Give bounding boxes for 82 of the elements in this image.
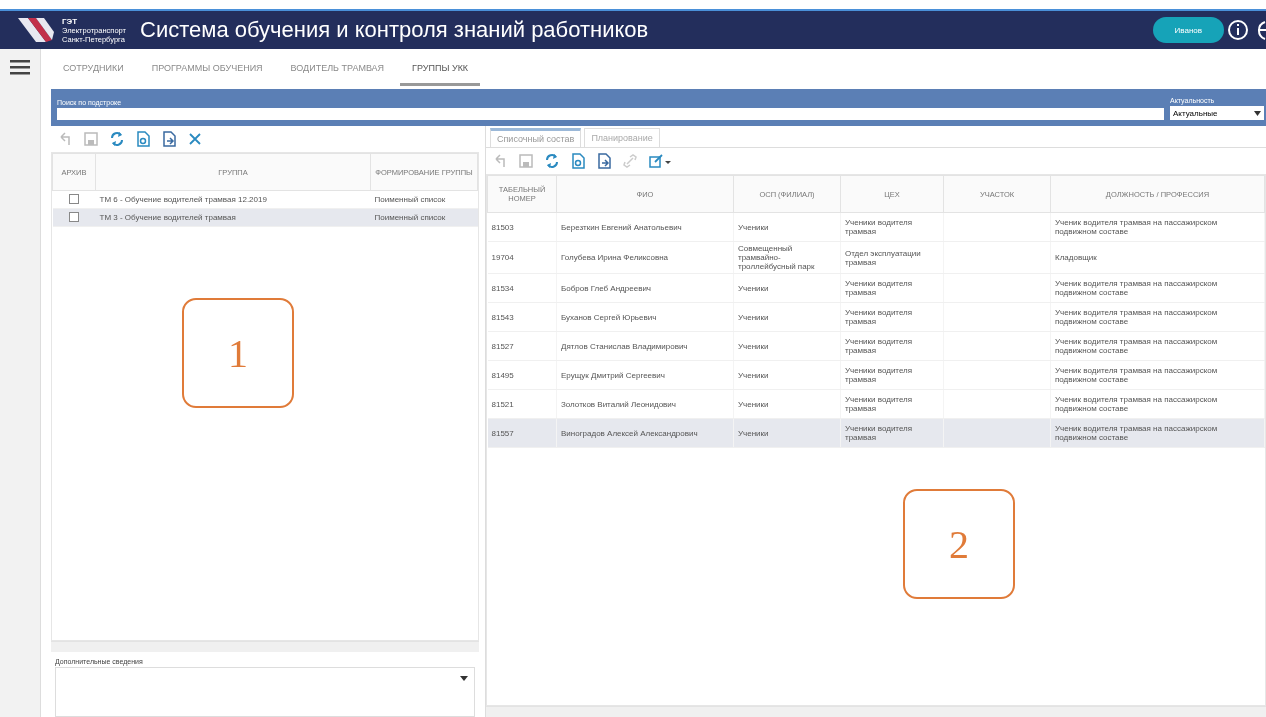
- table-cell: Ученик водителя трамвая на пассажирском подвижном составе: [1055, 218, 1218, 236]
- table-cell: Ученики: [738, 370, 769, 380]
- table-cell: Ученик водителя трамвая на пассажирском подвижном составе: [1055, 424, 1218, 442]
- info-icon[interactable]: [1227, 19, 1249, 41]
- table-cell: Отдел эксплуатации трамвая: [845, 248, 921, 267]
- caret-icon[interactable]: [1254, 110, 1261, 116]
- table-cell: Ученик водителя трамвая на пассажирском подвижном составе: [1055, 308, 1218, 326]
- refresh-icon[interactable]: [544, 153, 560, 169]
- table-cell: Ученики: [738, 341, 769, 351]
- splitter-handle[interactable]: [486, 706, 1266, 717]
- table-row[interactable]: ТМ 3 - Обучение водителей трамвая Поименный список: [52, 208, 478, 227]
- table-row[interactable]: 81495 Ерущук Дмитрий Сергеевич Ученики Ученики водителя трамвая Ученик водителя трамвая на пассажирском подвижном составе: [487, 360, 1265, 390]
- table-cell: Голубева Ирина Феликсовна: [561, 253, 668, 262]
- checkbox[interactable]: [69, 193, 79, 204]
- document-icon[interactable]: [596, 153, 612, 169]
- table-cell: 81521: [491, 399, 514, 409]
- table-cell: Совмещенный трамвайно-троллейбусный парк: [738, 244, 815, 271]
- table-cell: Ученики водителя трамвая: [845, 395, 913, 413]
- table-cell: 81495: [491, 370, 514, 380]
- table-cell: Ученик водителя трамвая на пассажирском подвижном составе: [1055, 279, 1218, 297]
- document-icon[interactable]: [570, 153, 586, 169]
- nav-tab[interactable]: СОТРУДНИКИ: [51, 52, 136, 86]
- table-row[interactable]: ТМ 6 - Обучение водителей трамвая 12.2019 Поименный список: [52, 190, 478, 209]
- table-cell: Ученики водителя трамвая: [845, 218, 913, 236]
- table-cell: Буханов Сергей Юрьевич: [561, 312, 657, 322]
- undo-icon[interactable]: [492, 153, 508, 169]
- table-cell: 81534: [491, 283, 514, 293]
- table-cell: Березткин Евгений Анатольевич: [561, 222, 682, 232]
- edit-icon[interactable]: [648, 153, 672, 169]
- table-cell: Поименный список: [370, 190, 478, 209]
- save-icon[interactable]: [83, 131, 99, 147]
- table-cell: Золотков Виталий Леонидович: [561, 399, 676, 409]
- table-cell: Ученики: [738, 222, 769, 232]
- table-cell: Ученик водителя трамвая на пассажирском подвижном составе: [1055, 395, 1218, 413]
- additional-info-field[interactable]: [55, 667, 475, 717]
- save-icon[interactable]: [518, 153, 534, 169]
- table-cell: 81527: [491, 341, 514, 351]
- table-cell: Ученики водителя трамвая: [845, 279, 913, 297]
- table-cell: Ученики водителя трамвая: [845, 366, 913, 384]
- table-cell: ТМ 6 - Обучение водителей трамвая 12.2019: [95, 190, 371, 209]
- table-cell: Бобров Глеб Андреевич: [561, 283, 652, 293]
- splitter-handle[interactable]: [51, 641, 479, 652]
- table-cell: Ученики: [738, 399, 769, 409]
- search-field[interactable]: [57, 108, 1164, 120]
- nav-tab[interactable]: ГРУППЫ УКК: [400, 52, 481, 86]
- menu-icon[interactable]: [10, 59, 30, 75]
- nav-tab[interactable]: ПРОГРАММЫ ОБУЧЕНИЯ: [139, 52, 275, 86]
- table-row[interactable]: 81557 Виноградов Алексей Александрович Ученики Ученики водителя трамвая Ученик водителя трамвая на пассажирском подвижном составе: [487, 418, 1265, 448]
- table-cell: Ученики водителя трамвая: [845, 337, 913, 355]
- document-icon[interactable]: [135, 131, 151, 147]
- table-cell: Ученики: [738, 283, 769, 293]
- undo-icon[interactable]: [57, 131, 73, 147]
- table-cell: 81543: [491, 312, 514, 322]
- document-icon[interactable]: [161, 131, 177, 147]
- relevance-select[interactable]: Актуальные: [1170, 106, 1264, 120]
- checkbox[interactable]: [69, 211, 79, 222]
- table-cell: Ученик водителя трамвая на пассажирском подвижном составе: [1055, 366, 1218, 384]
- table-cell: 81557: [491, 428, 514, 438]
- refresh-icon[interactable]: [109, 131, 125, 147]
- table-cell: 19704: [491, 253, 514, 262]
- table-row[interactable]: 81521 Золотков Виталий Леонидович Ученики Ученики водителя трамвая Ученик водителя трамвая на пассажирском подвижном составе: [487, 389, 1265, 419]
- app-title: Система обучения и контроля знаний работников: [140, 17, 650, 43]
- table-cell: Ученики: [738, 428, 769, 438]
- table-cell: Ученики: [738, 312, 769, 322]
- table-cell: Ученик водителя трамвая на пассажирском подвижном составе: [1055, 337, 1218, 355]
- table-cell: Кладовщик: [1055, 253, 1097, 262]
- table-row[interactable]: 81534 Бобров Глеб Андреевич Ученики Ученики водителя трамвая Ученик водителя трамвая на пассажирском подвижном составе: [487, 273, 1265, 303]
- nav-tab[interactable]: ВОДИТЕЛЬ ТРАМВАЯ: [278, 52, 397, 86]
- table-cell: Ученики водителя трамвая: [845, 424, 913, 442]
- table-row[interactable]: 81543 Буханов Сергей Юрьевич Ученики Ученики водителя трамвая Ученик водителя трамвая на пассажирском подвижном составе: [487, 302, 1265, 332]
- callout-label: 2: [903, 489, 1015, 599]
- close-icon[interactable]: [187, 131, 203, 147]
- table-row[interactable]: 19704 Голубева Ирина Феликсовна Совмещенный трамвайно-троллейбусный парк Отдел эксплуатации трамвая Кладовщик: [487, 241, 1265, 274]
- table-row[interactable]: 81503 Березткин Евгений Анатольевич Ученики Ученики водителя трамвая Ученик водителя трамвая на пассажирском подвижном составе: [487, 212, 1265, 242]
- table-cell: Ерущук Дмитрий Сергеевич: [561, 370, 665, 380]
- callout-label: 1: [182, 298, 294, 408]
- table-cell: 81503: [491, 222, 514, 232]
- table-cell: Ученики водителя трамвая: [845, 308, 913, 326]
- table-row[interactable]: 81527 Дятлов Станислав Владимирович Ученики Ученики водителя трамвая Ученик водителя трамвая на пассажирском подвижном составе: [487, 331, 1265, 361]
- logo-text: ГЭТ: [62, 16, 79, 26]
- table-cell: Дятлов Станислав Владимирович: [561, 341, 688, 351]
- table-cell: Виноградов Алексей Александрович: [561, 428, 698, 438]
